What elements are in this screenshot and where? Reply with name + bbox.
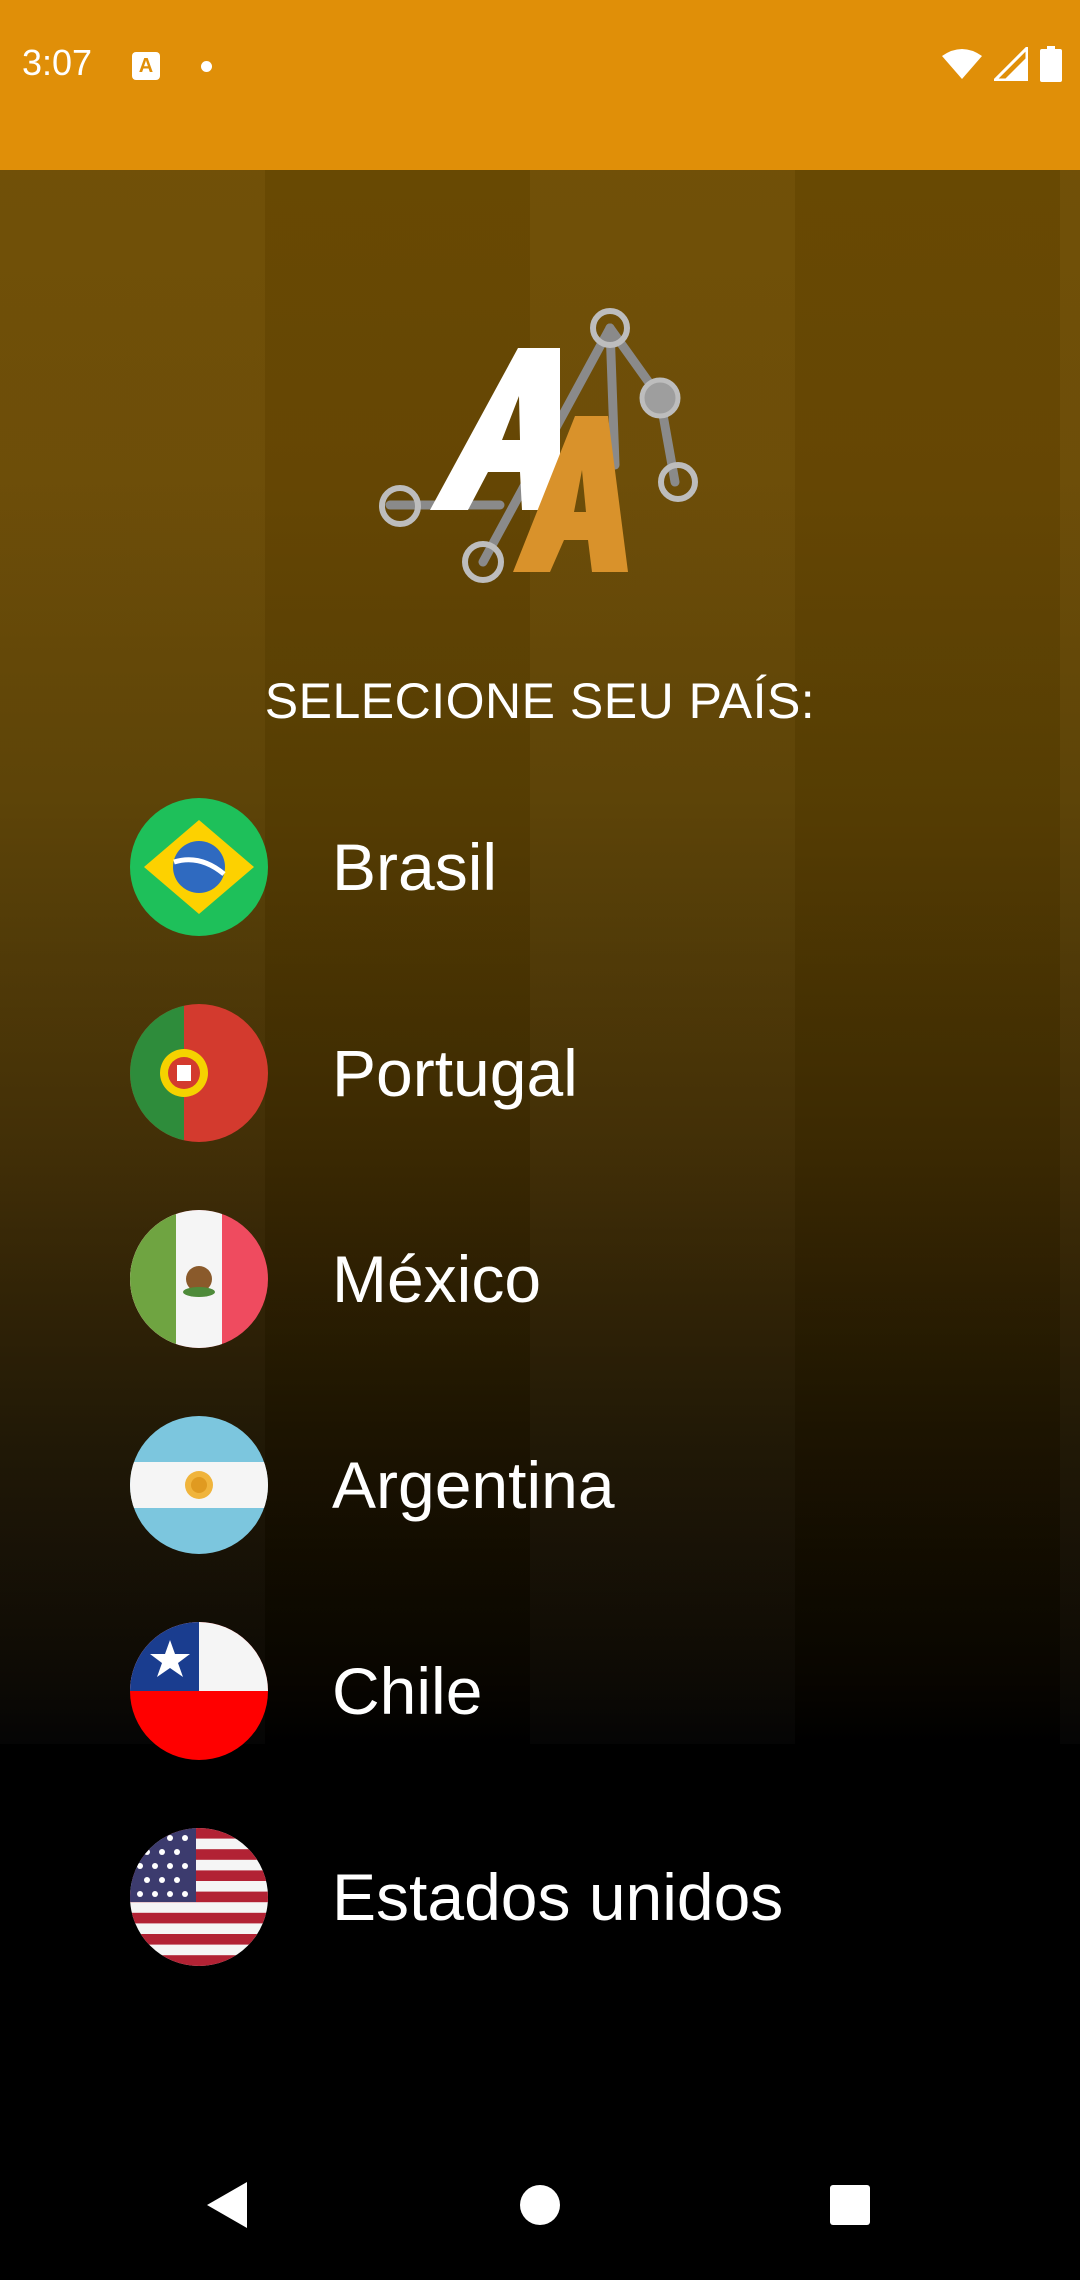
status-time: 3:07 (22, 42, 93, 83)
chile-flag-icon (130, 1622, 268, 1760)
country-item-brasil[interactable]: Brasil (130, 792, 950, 942)
select-country-prompt: SELECIONE SEU PAÍS: (264, 673, 816, 729)
navigation-bar (0, 2130, 1080, 2280)
back-button[interactable] (192, 2170, 262, 2240)
country-item-portugal[interactable]: Portugal (130, 998, 950, 1148)
country-item-chile[interactable]: Chile (130, 1616, 950, 1766)
battery-icon (1040, 46, 1062, 82)
country-item-estados-unidos[interactable]: Estados unidos (130, 1822, 950, 1972)
country-label: Portugal (332, 1036, 578, 1110)
country-label: Brasil (332, 830, 498, 904)
back-icon (207, 2182, 247, 2228)
app-notification-icon: A (132, 52, 160, 80)
recents-button[interactable] (815, 2170, 885, 2240)
more-notifications-dot (201, 61, 212, 72)
status-bar: 3:07 A (0, 0, 1080, 170)
portugal-flag-icon (130, 1004, 268, 1142)
mexico-flag-icon (130, 1210, 268, 1348)
aa-logo (379, 308, 698, 583)
signal-icon (994, 47, 1028, 81)
argentina-flag-icon (130, 1416, 268, 1554)
country-label: Argentina (332, 1448, 615, 1522)
country-label: Estados unidos (332, 1860, 784, 1934)
home-button[interactable] (505, 2170, 575, 2240)
country-label: México (332, 1242, 542, 1316)
country-label: Chile (332, 1654, 483, 1728)
brazil-flag-icon (130, 798, 268, 936)
country-item-mexico[interactable]: México (130, 1204, 950, 1354)
country-item-argentina[interactable]: Argentina (130, 1410, 950, 1560)
recents-icon (830, 2185, 870, 2225)
usa-flag-icon (130, 1828, 268, 1966)
status-icons (942, 46, 1062, 82)
wifi-icon (942, 49, 982, 79)
home-icon (520, 2185, 560, 2225)
